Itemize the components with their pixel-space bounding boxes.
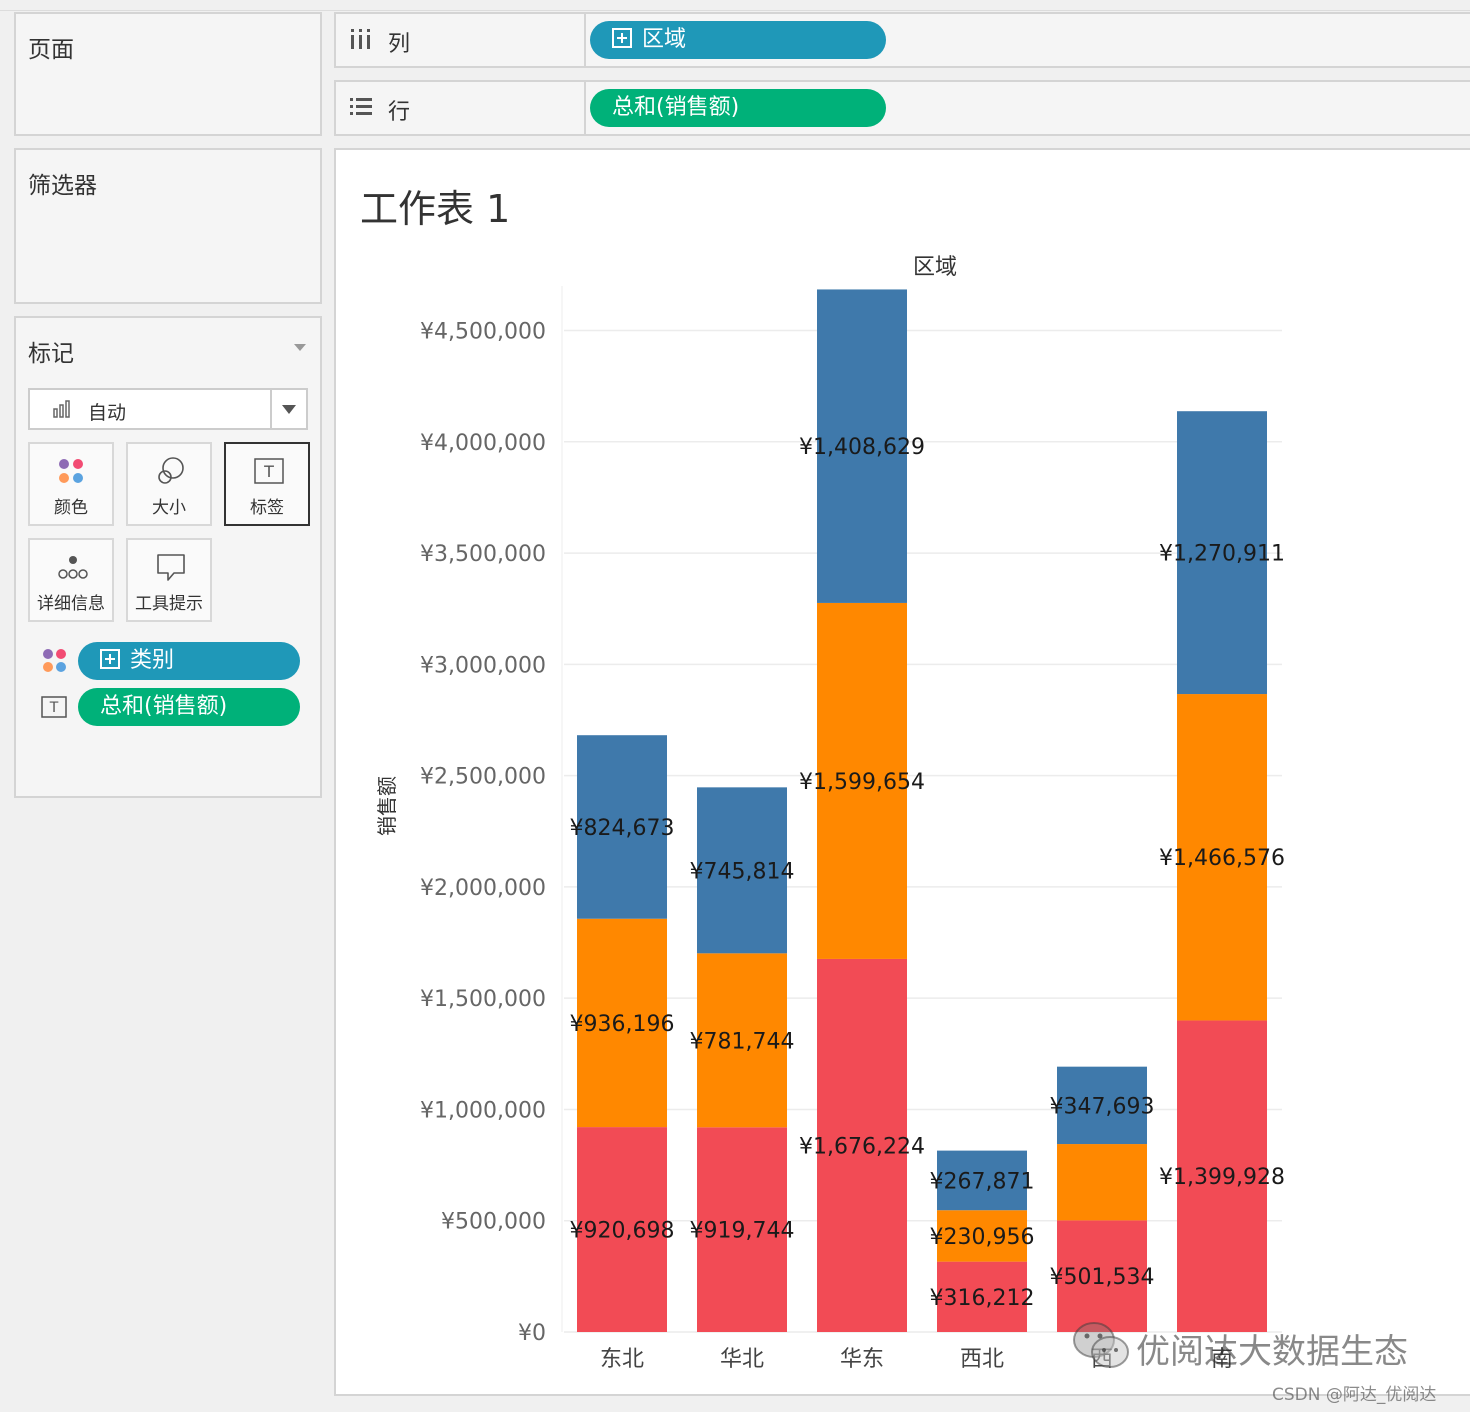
rows-shelf[interactable]: 行 总和(销售额) <box>334 80 1470 136</box>
columns-shelf[interactable]: 列 区域 <box>334 12 1470 68</box>
label-button[interactable]: T 标签 <box>224 442 310 526</box>
marks-card-menu-icon[interactable] <box>294 344 306 351</box>
data-label: ¥267,871 <box>930 1169 1035 1194</box>
tooltip-button[interactable]: 工具提示 <box>126 538 212 622</box>
y-tick-label: ¥0 <box>518 1321 546 1346</box>
x-tick-label: 西北 <box>960 1347 1004 1372</box>
mark-type-value: 自动 <box>88 402 127 424</box>
mark-type-dropdown[interactable]: 自动 <box>28 388 308 430</box>
category-field-pill[interactable]: 类别 <box>78 642 300 680</box>
x-tick-label: 华北 <box>720 1347 764 1372</box>
bar-segment <box>1057 1144 1147 1221</box>
columns-shelf-label: 列 <box>388 32 411 57</box>
data-label: ¥936,196 <box>570 1012 675 1037</box>
dropdown-separator <box>270 390 272 428</box>
shelf-divider <box>584 14 586 66</box>
data-label: ¥920,698 <box>570 1219 675 1244</box>
region-column-pill[interactable]: 区域 <box>590 21 886 59</box>
watermark: 优阅达大数据生态 <box>1070 1318 1408 1378</box>
data-label: ¥230,956 <box>930 1225 1035 1250</box>
color-button[interactable]: 颜色 <box>28 442 114 526</box>
detail-icon <box>58 556 88 579</box>
y-tick-label: ¥1,000,000 <box>420 1098 546 1123</box>
y-axis-title: 销售额 <box>375 776 399 836</box>
sales-pill-label: 总和(销售额) <box>612 95 740 120</box>
color-encoding-icon <box>43 649 66 672</box>
tooltip-icon <box>157 554 185 581</box>
tooltip-button-label: 工具提示 <box>135 594 203 614</box>
column-header: 区域 <box>913 255 957 280</box>
size-button[interactable]: 大小 <box>126 442 212 526</box>
data-label: ¥781,744 <box>690 1029 795 1054</box>
marks-card-title: 标记 <box>28 341 74 367</box>
x-tick-label: 华东 <box>840 1347 884 1372</box>
data-label: ¥745,814 <box>690 859 795 884</box>
chevron-down-icon[interactable] <box>282 405 296 414</box>
data-label: ¥1,466,576 <box>1159 846 1285 871</box>
data-label: ¥1,399,928 <box>1159 1165 1285 1190</box>
y-tick-label: ¥2,000,000 <box>420 876 546 901</box>
sales-sum-row-pill[interactable]: 总和(销售额) <box>590 89 886 127</box>
y-tick-label: ¥2,500,000 <box>420 765 546 790</box>
y-tick-label: ¥500,000 <box>441 1210 546 1235</box>
shelf-divider <box>584 82 586 134</box>
sales-sum-field-pill[interactable]: 总和(销售额) <box>78 688 300 726</box>
marks-card: 标记 自动 颜色 大小 T 标签 详细信息 工具提示 类别 T 总和(销售额) <box>14 316 322 798</box>
detail-button[interactable]: 详细信息 <box>28 538 114 622</box>
y-tick-label: ¥3,000,000 <box>420 653 546 678</box>
bar-chart-icon <box>53 400 70 418</box>
y-tick-label: ¥3,500,000 <box>420 542 546 567</box>
expand-plus-icon <box>100 649 120 669</box>
y-tick-label: ¥1,500,000 <box>420 987 546 1012</box>
size-button-label: 大小 <box>152 498 186 518</box>
detail-button-label: 详细信息 <box>37 594 105 614</box>
pages-panel: 页面 <box>14 12 322 136</box>
svg-text:T: T <box>263 462 274 481</box>
pages-panel-title: 页面 <box>28 37 74 63</box>
data-label: ¥824,673 <box>570 816 675 841</box>
filters-panel[interactable]: 筛选器 <box>14 148 322 304</box>
data-label: ¥1,676,224 <box>799 1134 925 1159</box>
data-label: ¥501,534 <box>1050 1265 1155 1290</box>
color-icon <box>59 459 83 483</box>
region-pill-label: 区域 <box>642 27 687 52</box>
label-encoding-icon: T <box>41 696 67 718</box>
svg-text:T: T <box>49 700 59 716</box>
data-label: ¥347,693 <box>1050 1094 1155 1119</box>
wechat-logo-icon <box>1073 1322 1129 1368</box>
y-tick-label: ¥4,500,000 <box>420 320 546 345</box>
size-icon <box>158 457 184 484</box>
data-label: ¥1,270,911 <box>1159 542 1285 567</box>
color-button-label: 颜色 <box>54 498 88 518</box>
sales-sum-field-label: 总和(销售额) <box>100 694 228 719</box>
data-label: ¥919,744 <box>690 1219 795 1244</box>
filters-panel-title: 筛选器 <box>28 173 97 199</box>
data-label: ¥1,408,629 <box>799 435 925 460</box>
category-field-label: 类别 <box>130 648 175 673</box>
top-toolbar-strip <box>0 0 1470 11</box>
data-label: ¥1,599,654 <box>799 770 925 795</box>
y-tick-label: ¥4,000,000 <box>420 431 546 456</box>
worksheet-view: 工作表 1 区域 ¥0 ¥500,000 ¥1,000,000 ¥1,500,000 ¥2… <box>334 148 1470 1396</box>
stacked-bar-chart: 区域 ¥0 ¥500,000 ¥1,000,000 ¥1,500,000 ¥2,000,0… <box>375 255 1285 1372</box>
expand-plus-icon <box>612 28 632 48</box>
columns-icon <box>351 29 370 49</box>
label-button-label: 标签 <box>250 498 284 518</box>
watermark-text: 优阅达大数据生态 <box>1136 1332 1408 1372</box>
rows-icon <box>350 98 372 115</box>
label-icon: T <box>254 458 284 484</box>
x-tick-label: 东北 <box>600 1347 644 1372</box>
data-label: ¥316,212 <box>930 1286 1035 1311</box>
rows-shelf-label: 行 <box>388 100 411 125</box>
csdn-credit: CSDN @阿达_优阅达 <box>1272 1385 1437 1405</box>
